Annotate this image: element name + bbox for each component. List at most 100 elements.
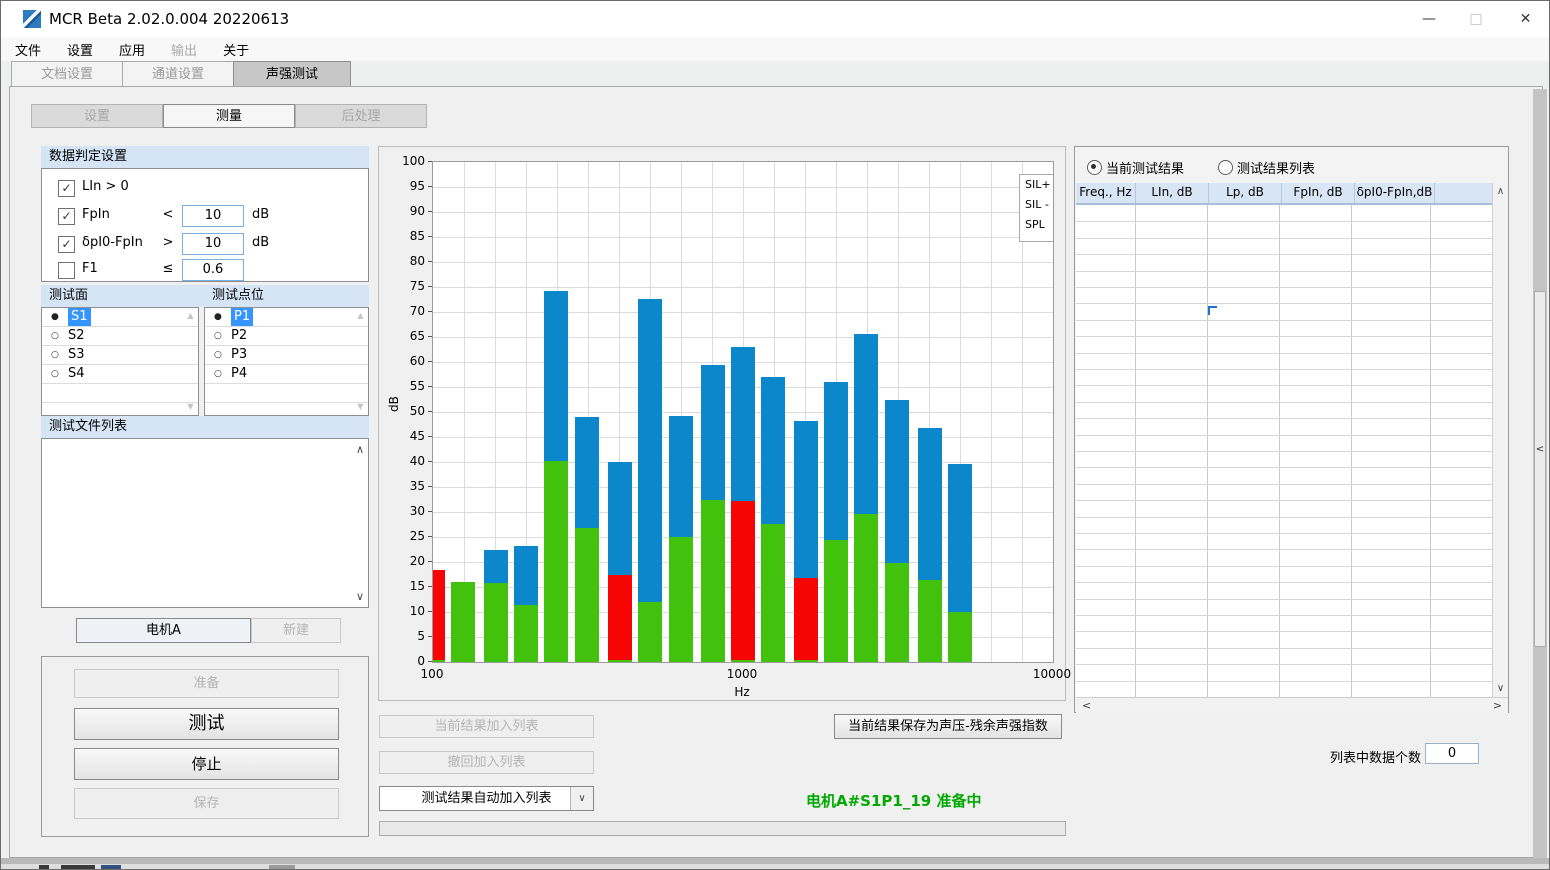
surface-item-label[interactable]: S3 — [68, 346, 85, 364]
close-button[interactable]: ✕ — [1500, 1, 1550, 37]
checkbox[interactable]: ✓ — [58, 236, 75, 253]
radio-icon[interactable]: ○ — [51, 346, 59, 364]
results-column-header[interactable]: Freq., Hz — [1076, 183, 1136, 203]
radio-icon[interactable]: ○ — [214, 327, 222, 345]
radio-icon[interactable]: ○ — [214, 365, 222, 383]
radio-result-list[interactable] — [1218, 160, 1233, 175]
undo-add-button[interactable]: 撤回加入列表 — [379, 751, 594, 774]
results-column-header[interactable]: FpIn, dB — [1282, 183, 1355, 203]
point-row[interactable]: ○ P2 — [205, 327, 368, 346]
judge-label: F1 — [82, 261, 98, 276]
prepare-button[interactable]: 准备 — [74, 669, 339, 698]
tab-channel-settings[interactable]: 通道设置 — [122, 61, 234, 88]
checkbox[interactable]: ✓ — [58, 208, 75, 225]
y-tick-mark — [428, 486, 432, 487]
tab-sound-intensity-test[interactable]: 声强测试 — [233, 61, 351, 88]
scroll-down-icon[interactable]: ▼ — [354, 401, 367, 413]
test-button[interactable]: 测试 — [74, 708, 339, 740]
menu-item[interactable]: 设置 — [67, 40, 93, 59]
subtab-measure[interactable]: 测量 — [163, 104, 295, 128]
surface-row[interactable]: ○ S2 — [42, 327, 198, 346]
point-list-title: 测试点位 — [212, 285, 264, 307]
point-item-label[interactable]: P4 — [231, 365, 247, 383]
y-tick-label: 15 — [391, 579, 425, 593]
results-column-header[interactable]: LIn, dB — [1136, 183, 1209, 203]
radio-selected-icon[interactable]: ● — [214, 308, 222, 326]
chart-x-axis-label: Hz — [432, 685, 1052, 699]
point-item-label[interactable]: P2 — [231, 327, 247, 345]
add-result-to-list-button[interactable]: 当前结果加入列表 — [379, 715, 594, 738]
horizontal-scrollbar[interactable]: < > — [1076, 697, 1508, 713]
surface-row[interactable]: ○ S3 — [42, 346, 198, 365]
point-row[interactable]: ○ P4 — [205, 365, 368, 384]
radio-icon[interactable]: ○ — [51, 365, 59, 383]
y-tick-mark — [428, 186, 432, 187]
scroll-down-icon[interactable]: ▼ — [184, 401, 197, 413]
chevron-down-icon[interactable]: ∨ — [570, 787, 593, 810]
maximize-button[interactable]: □ — [1453, 1, 1499, 37]
judge-operator: < — [160, 207, 176, 222]
point-row[interactable]: ○ P3 — [205, 346, 368, 365]
spl-segment — [794, 421, 818, 578]
point-item-label[interactable]: P3 — [231, 346, 247, 364]
app-window: MCR Beta 2.02.0.004 20220613 — □ ✕ 文件设置应… — [0, 0, 1550, 870]
radio-icon[interactable]: ○ — [51, 327, 59, 345]
vertical-scrollbar[interactable]: ∧ ∨ — [1492, 183, 1508, 697]
point-item-label[interactable]: P1 — [231, 308, 253, 326]
scroll-up-icon[interactable]: ▲ — [184, 310, 197, 322]
scroll-right-icon[interactable]: > — [1493, 698, 1502, 713]
point-row[interactable]: ● P1 — [205, 308, 368, 327]
model-a-button[interactable]: 电机A — [76, 618, 251, 643]
judge-threshold-input[interactable]: 10 — [182, 233, 244, 255]
results-column-header[interactable] — [1435, 183, 1498, 203]
auto-add-dropdown[interactable]: 测试结果自动加入列表 ∨ — [379, 786, 594, 811]
checkbox[interactable]: ✓ — [58, 180, 75, 197]
y-tick-mark — [428, 161, 432, 162]
radio-icon[interactable]: ○ — [214, 346, 222, 364]
panel-collapse-handle[interactable]: < — [1534, 291, 1546, 647]
sil-pos-segment — [824, 540, 848, 662]
minimize-button[interactable]: — — [1406, 1, 1452, 37]
scroll-down-icon[interactable]: ∨ — [356, 590, 364, 603]
legend-row: SPL — [1020, 215, 1054, 235]
scroll-down-icon[interactable]: ∨ — [1493, 683, 1508, 694]
judge-label: δpI0-FpIn — [82, 235, 143, 250]
table-row-line — [1076, 287, 1492, 288]
surface-row[interactable]: ● S1 — [42, 308, 198, 327]
tab-document-settings[interactable]: 文档设置 — [11, 61, 123, 88]
checkbox[interactable] — [58, 262, 75, 279]
sil-pos-segment — [544, 461, 568, 663]
save-button[interactable]: 保存 — [74, 788, 339, 819]
subtab-postprocess[interactable]: 后处理 — [295, 104, 427, 128]
scroll-left-icon[interactable]: < — [1082, 698, 1091, 713]
surface-item-label[interactable]: S4 — [68, 365, 85, 383]
save-as-residual-index-button[interactable]: 当前结果保存为声压-残余声强指数 — [834, 714, 1062, 739]
surface-row[interactable]: ○ S4 — [42, 365, 198, 384]
file-list-box[interactable]: ∧ ∨ — [41, 438, 369, 608]
list-count-value[interactable]: 0 — [1425, 743, 1479, 764]
results-column-header[interactable]: δpI0-FpIn,dB — [1355, 183, 1435, 203]
surface-item-label[interactable]: S2 — [68, 327, 85, 345]
spl-segment — [608, 462, 632, 575]
menu-item[interactable]: 应用 — [119, 40, 145, 59]
new-model-button[interactable]: 新建 — [251, 618, 341, 643]
results-column-header[interactable]: Lp, dB — [1209, 183, 1282, 203]
menu-item[interactable]: 关于 — [223, 40, 249, 59]
subtab-settings[interactable]: 设置 — [31, 104, 163, 128]
scroll-up-icon[interactable]: ∧ — [356, 443, 364, 456]
surface-item-label[interactable]: S1 — [68, 308, 91, 326]
scroll-up-icon[interactable]: ∧ — [1493, 186, 1508, 197]
chart-plot-area: SIL+SIL -SPL — [432, 161, 1054, 663]
menu-item[interactable]: 输出 — [171, 40, 197, 59]
radio-selected-icon[interactable]: ● — [51, 308, 59, 326]
y-tick-label: 25 — [391, 529, 425, 543]
judge-threshold-input[interactable]: 10 — [182, 205, 244, 227]
menu-item[interactable]: 文件 — [15, 40, 41, 59]
sil-pos-segment — [669, 537, 693, 662]
judge-threshold-input[interactable]: 0.6 — [182, 259, 244, 281]
stop-button[interactable]: 停止 — [74, 748, 339, 780]
scroll-up-icon[interactable]: ▲ — [354, 310, 367, 322]
status-text: 电机A#S1P1_19 准备中 — [806, 790, 1066, 811]
radio-current-result[interactable] — [1087, 160, 1102, 175]
background-window-sliver — [1, 864, 1550, 870]
